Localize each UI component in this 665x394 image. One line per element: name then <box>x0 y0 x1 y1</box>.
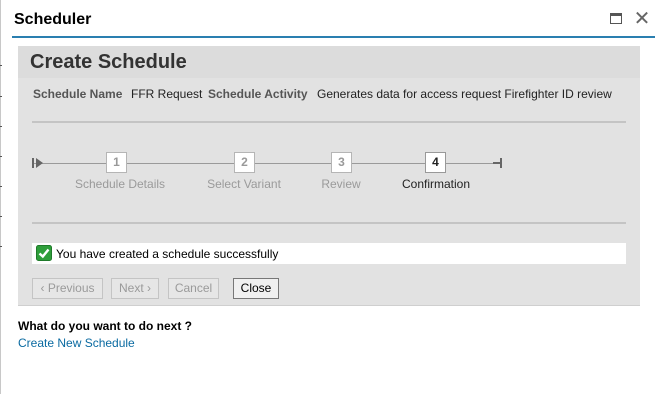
track-start-icon <box>32 158 43 168</box>
close-icon: ✕ <box>633 8 651 30</box>
schedule-name-value: FFR Request <box>131 87 203 101</box>
close-dialog-button[interactable]: ✕ <box>633 8 651 30</box>
step-1-label: Schedule Details <box>74 177 166 191</box>
create-new-schedule-link[interactable]: Create New Schedule <box>18 336 135 350</box>
schedule-activity-label: Schedule Activity <box>208 87 308 101</box>
next-steps-heading: What do you want to do next ? <box>18 319 192 333</box>
dialog-title: Scheduler <box>14 11 92 28</box>
border-tick <box>0 126 2 127</box>
divider <box>32 222 626 224</box>
border-tick <box>0 65 2 66</box>
step-2-box: 2 <box>234 152 255 173</box>
chevron-left-icon: ‹ <box>40 281 45 295</box>
step-1-box: 1 <box>106 152 127 173</box>
panel-title: Create Schedule <box>30 51 187 73</box>
border-tick <box>0 246 2 247</box>
success-message: You have created a schedule successfully <box>32 243 626 264</box>
next-button-label: Next <box>118 281 144 295</box>
window-left-border <box>0 0 1 394</box>
previous-button[interactable]: ‹ Previous <box>32 278 103 299</box>
border-tick <box>0 156 2 157</box>
next-button[interactable]: Next › <box>111 278 159 299</box>
divider <box>32 121 626 123</box>
track-end-icon <box>493 158 502 168</box>
cancel-button[interactable]: Cancel <box>168 278 219 299</box>
close-button[interactable]: Close <box>233 278 279 299</box>
previous-button-label: Previous <box>47 281 95 295</box>
maximize-button[interactable] <box>608 10 626 28</box>
chevron-right-icon: › <box>147 281 152 295</box>
checkmark-icon <box>36 245 52 261</box>
maximize-icon <box>610 13 622 24</box>
success-text: You have created a schedule successfully <box>56 247 279 261</box>
step-3-box: 3 <box>331 152 352 173</box>
step-4-label: Confirmation <box>401 177 471 191</box>
border-tick <box>0 186 2 187</box>
step-4-box: 4 <box>425 152 446 173</box>
step-2-label: Select Variant <box>207 177 281 191</box>
create-schedule-panel: Create Schedule Schedule Name FFR Reques… <box>18 46 640 306</box>
step-3-label: Review <box>321 177 361 191</box>
title-underline <box>12 36 655 38</box>
border-tick <box>0 96 2 97</box>
border-tick <box>0 216 2 217</box>
schedule-activity-value: Generates data for access request Firefi… <box>317 87 612 101</box>
schedule-name-label: Schedule Name <box>33 87 123 101</box>
